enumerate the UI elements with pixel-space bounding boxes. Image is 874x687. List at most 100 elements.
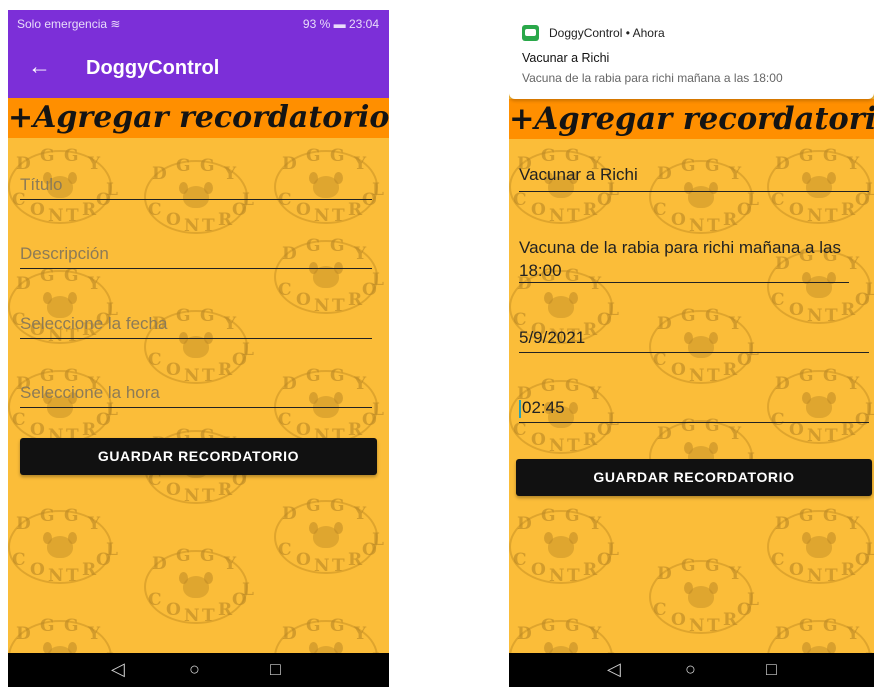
system-nav-bar: ◁ ○ □ — [509, 653, 874, 687]
watermark-letter: N — [807, 426, 823, 446]
watermark-letter: C — [653, 200, 667, 220]
watermark-letter: G — [330, 496, 345, 516]
home-nav-icon[interactable]: ○ — [189, 659, 200, 680]
watermark-letter: T — [825, 426, 838, 446]
watermark-letter: G — [176, 546, 191, 566]
watermark-letter: C — [653, 350, 667, 370]
watermark-letter: T — [202, 216, 215, 236]
watermark-letter: Y — [729, 564, 742, 584]
watermark-letter: O — [30, 560, 45, 580]
home-nav-icon[interactable]: ○ — [685, 659, 696, 680]
watermark-letter: G — [565, 506, 580, 526]
back-nav-icon[interactable]: ◁ — [111, 659, 125, 680]
watermark-letter: G — [200, 546, 215, 566]
watermark-letter: T — [825, 206, 838, 226]
recents-nav-icon[interactable]: □ — [270, 659, 281, 680]
watermark-letter: D — [775, 374, 790, 394]
recents-nav-icon[interactable]: □ — [766, 659, 777, 680]
watermark-letter: D — [657, 564, 672, 584]
date-field[interactable]: 5/9/2021 — [519, 328, 869, 353]
time-field[interactable]: 02:45 — [519, 398, 869, 423]
watermark-letter: C — [771, 290, 785, 310]
watermark-letter: L — [607, 540, 619, 560]
page-heading: +Agregar recordatorio — [509, 99, 874, 139]
watermark-letter: G — [306, 146, 321, 166]
system-nav-bar: ◁ ○ □ — [8, 653, 389, 687]
description-field[interactable]: Vacuna de la rabia para richi mañana a l… — [519, 236, 849, 283]
title-field[interactable]: Título — [20, 175, 372, 200]
dog-face-icon — [544, 532, 578, 558]
watermark-letter: T — [332, 296, 345, 316]
watermark-letter: O — [296, 200, 311, 220]
watermark-letter: Y — [847, 514, 860, 534]
watermark-letter: G — [565, 616, 580, 636]
watermark-letter: O — [789, 560, 804, 580]
time-field[interactable]: Seleccione la hora — [20, 383, 372, 408]
watermark-letter: G — [64, 616, 79, 636]
watermark-letter: Y — [847, 374, 860, 394]
watermark-letter: G — [823, 146, 838, 166]
watermark-letter: O — [789, 300, 804, 320]
title-field[interactable]: Vacunar a Richi — [519, 165, 869, 192]
watermark-letter: N — [184, 486, 200, 506]
dog-face-icon — [179, 332, 213, 358]
watermark-letter: Y — [589, 624, 602, 644]
watermark-letter: G — [705, 306, 720, 326]
watermark-logo: DGGYCONTROL — [767, 508, 874, 585]
watermark-letter: R — [583, 430, 598, 450]
battery-percent: 93 % — [302, 17, 331, 31]
save-reminder-button[interactable]: GUARDAR RECORDATORIO — [20, 438, 377, 475]
watermark-letter: L — [242, 340, 254, 360]
watermark-letter: C — [771, 190, 785, 210]
watermark-letter: O — [531, 560, 546, 580]
date-field[interactable]: Seleccione la fecha — [20, 314, 372, 339]
clock: 23:04 — [348, 17, 379, 31]
watermark-letter: G — [541, 376, 556, 396]
watermark-letter: L — [865, 280, 874, 300]
save-reminder-button[interactable]: GUARDAR RECORDATORIO — [516, 459, 872, 496]
watermark-letter: L — [372, 400, 384, 420]
back-arrow-icon[interactable]: ← — [28, 53, 51, 80]
watermark-letter: R — [583, 200, 598, 220]
back-nav-icon[interactable]: ◁ — [607, 659, 621, 680]
watermark-letter: G — [40, 266, 55, 286]
watermark-letter: Y — [88, 154, 101, 174]
watermark-letter: L — [372, 530, 384, 550]
watermark-letter: R — [218, 360, 233, 380]
watermark-letter: G — [306, 616, 321, 636]
watermark-letter: R — [348, 200, 363, 220]
watermark-letter: Y — [729, 424, 742, 444]
watermark-letter: D — [517, 624, 532, 644]
left-screen: Solo emergencia ≋ 93 % ▬ 23:04 ← DoggyCo… — [8, 10, 389, 687]
watermark-letter: O — [30, 420, 45, 440]
watermark-letter: O — [789, 200, 804, 220]
watermark-letter: R — [723, 210, 738, 230]
wifi-icon: ≋ — [110, 17, 121, 31]
watermark-letter: C — [513, 420, 527, 440]
watermark-letter: T — [567, 566, 580, 586]
watermark-letter: R — [82, 420, 97, 440]
watermark-letter: L — [865, 540, 874, 560]
time-value: 02:45 — [522, 398, 565, 417]
watermark-letter: G — [705, 556, 720, 576]
watermark-letter: T — [66, 566, 79, 586]
watermark-letter: N — [48, 206, 64, 226]
watermark-letter: R — [82, 200, 97, 220]
notification[interactable]: DoggyControl • Ahora Vacunar a Richi Vac… — [509, 10, 874, 99]
watermark-letter: N — [689, 216, 705, 236]
watermark-letter: C — [513, 310, 527, 330]
watermark-letter: Y — [88, 624, 101, 644]
watermark-letter: Y — [847, 624, 860, 644]
watermark-letter: D — [517, 514, 532, 534]
watermark-letter: D — [16, 514, 31, 534]
watermark-letter: L — [607, 300, 619, 320]
description-field[interactable]: Descripción — [20, 244, 372, 269]
watermark-letter: G — [681, 556, 696, 576]
watermark-letter: R — [583, 560, 598, 580]
watermark-letter: G — [64, 146, 79, 166]
watermark-letter: L — [372, 270, 384, 290]
page-heading: +Agregar recordatorio — [8, 98, 389, 138]
watermark-letter: L — [106, 540, 118, 560]
watermark-letter: G — [40, 146, 55, 166]
watermark-letter: C — [12, 550, 26, 570]
